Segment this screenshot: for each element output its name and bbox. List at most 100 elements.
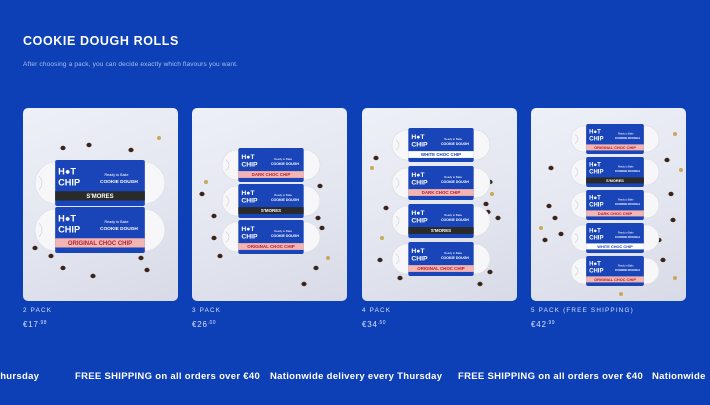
roll-product-text: COOKIE DOUGH <box>271 234 299 238</box>
chocolate-chip <box>128 147 134 153</box>
roll-logo-text: H●T <box>589 130 601 136</box>
price-cents: .50 <box>377 320 386 326</box>
dough-roll: H●TCHIPReady to BakeCOOKIE DOUGHDARK CHO… <box>391 166 491 200</box>
pack-price: €42.99 <box>531 320 686 329</box>
pack-name[interactable]: 4 PACK <box>362 307 517 316</box>
roll-product-text: COOKIE DOUGH <box>271 162 299 166</box>
cookie-dough-section: COOKIE DOUGH ROLLS After choosing a pack… <box>0 0 710 405</box>
chocolate-chip <box>542 237 548 243</box>
roll-logo-text: H●T <box>411 134 425 141</box>
roll-logo-text: CHIP <box>411 180 428 187</box>
chocolate-chip <box>211 235 217 241</box>
roll-product-text: Ready to Bake <box>444 213 462 217</box>
pack-card-5[interactable]: H●T CHIP Ready to Bake COOKIE DOUGH ORIGINAL… <box>531 108 686 329</box>
dough-roll: H●TCHIPReady to BakeCOOKIE DOUGHS'MORES <box>221 184 321 218</box>
ticker-item: FREE SHIPPING on all orders over €40 <box>75 371 261 382</box>
pack-photo[interactable]: H●T CHIP Ready to Bake COOKIE DOUGH S'MORES H… <box>23 108 178 301</box>
ticker-item: ery Thursday <box>0 371 40 382</box>
chocolate-chip <box>313 265 319 271</box>
roll-flavour-label: S'MORES <box>431 228 451 233</box>
chocolate-chip <box>138 255 144 261</box>
pack-name[interactable]: 3 PACK <box>192 307 347 316</box>
roll-flavour-label: WHITE CHOC CHIP <box>597 244 633 249</box>
chocolate-chip <box>670 217 676 223</box>
pack-photo[interactable]: H●T CHIP Ready to Bake COOKIE DOUGH WHITE CH… <box>362 108 517 301</box>
dough-roll: H●TCHIPReady to BakeCOOKIE DOUGHORIGINAL… <box>570 256 660 286</box>
ticker-item: Nationwide delivery every Thursday <box>270 371 443 382</box>
price-main: €17 <box>23 320 39 329</box>
roll-flavour-label: S'MORES <box>86 194 113 200</box>
roll-product-text: COOKIE DOUGH <box>441 218 469 222</box>
pack-name[interactable]: 5 PACK (FREE SHIPPING) <box>531 307 686 316</box>
roll-logo-text: H●T <box>241 190 255 197</box>
chocolate-chip <box>487 269 493 275</box>
roll-logo-text: H●T <box>411 248 425 255</box>
dough-roll: H●TCHIP Ready to BakeCOOKIE DOUGH S'MORES <box>391 204 491 238</box>
roll-product-text: Ready to Bake <box>444 251 462 255</box>
chocolate-chip <box>660 257 666 263</box>
chocolate-chip <box>558 231 564 237</box>
dough-roll: H●TCHIPReady to BakeCOOKIE DOUGHORIGINAL… <box>34 207 166 253</box>
pack-card-4[interactable]: H●T CHIP Ready to Bake COOKIE DOUGH WHITE CH… <box>362 108 517 329</box>
roll-product-text: COOKIE DOUGH <box>271 198 299 202</box>
roll-product-text: Ready to Bake <box>104 220 128 224</box>
roll-logo-text: CHIP <box>411 218 428 225</box>
pack-name[interactable]: 2 PACK <box>23 307 178 316</box>
pack-price: €34.50 <box>362 320 517 329</box>
chocolate-chip <box>373 155 379 161</box>
chocolate-chip <box>317 183 323 189</box>
chocolate-chip <box>211 213 217 219</box>
gold-sprinkle <box>673 276 677 280</box>
chocolate-chip <box>477 281 483 287</box>
chocolate-chip <box>383 205 389 211</box>
roll-product-text: COOKIE DOUGH <box>615 235 640 239</box>
roll-product-text: COOKIE DOUGH <box>100 179 138 185</box>
chocolate-chip <box>668 191 674 197</box>
price-cents: .00 <box>207 320 216 326</box>
roll-flavour-label: ORIGINAL CHOC CHIP <box>594 277 636 282</box>
pack-price: €17.98 <box>23 320 178 329</box>
gold-sprinkle <box>326 256 330 260</box>
dough-roll: H●TCHIPReady to BakeCOOKIE DOUGHDARK CHO… <box>570 190 660 220</box>
pack-card-3[interactable]: H●T CHIP Ready to Bake COOKIE DOUGH DARK CHO… <box>192 108 347 329</box>
roll-flavour-label: S'MORES <box>606 178 624 183</box>
chocolate-chip <box>32 245 38 251</box>
chocolate-chip <box>315 215 321 221</box>
chocolate-chip <box>144 267 150 273</box>
chocolate-chip <box>60 145 66 151</box>
pack-photo[interactable]: H●T CHIP Ready to Bake COOKIE DOUGH ORIGINAL… <box>531 108 686 301</box>
dough-roll: H●TCHIP Ready to BakeCOOKIE DOUGH WHITE CH… <box>391 128 491 162</box>
roll-product-text: COOKIE DOUGH <box>441 142 469 146</box>
roll-product-text: Ready to Bake <box>444 175 462 179</box>
roll-product-text: COOKIE DOUGH <box>615 268 640 272</box>
roll-logo-text: CHIP <box>58 224 80 234</box>
chocolate-chip <box>319 225 325 231</box>
roll-logo-text: CHIP <box>589 137 603 143</box>
gold-sprinkle <box>204 180 208 184</box>
pack-card-2[interactable]: H●T CHIP Ready to Bake COOKIE DOUGH S'MORES H… <box>23 108 178 329</box>
roll-logo-text: CHIP <box>241 234 258 241</box>
gold-sprinkle <box>679 168 683 172</box>
price-cents: .98 <box>38 320 47 326</box>
roll-logo-text: CHIP <box>411 256 428 263</box>
chocolate-chip <box>483 201 489 207</box>
dough-roll: H●TCHIPReady to BakeCOOKIE DOUGHORIGINAL… <box>570 124 660 154</box>
roll-logo-text: H●T <box>589 163 601 169</box>
roll-product-text: Ready to Bake <box>104 173 128 177</box>
announcement-ticker: ery Thursday FREE SHIPPING on all orders… <box>0 367 710 387</box>
roll-logo-text: CHIP <box>589 236 603 242</box>
dough-roll: H●TCHIPReady to BakeCOOKIE DOUGHS'MORES <box>34 160 166 206</box>
section-subtitle: After choosing a pack, you can decide ex… <box>23 61 238 68</box>
roll-logo-text: H●T <box>411 210 425 217</box>
price-main: €26 <box>192 320 208 329</box>
roll-logo-text: CHIP <box>589 203 603 209</box>
roll-flavour-label: ORIGINAL CHOC CHIP <box>594 145 636 150</box>
chocolate-chip <box>397 275 403 281</box>
roll-flavour-label: WHITE CHOC CHIP <box>421 152 461 157</box>
roll-logo-text: CHIP <box>241 198 258 205</box>
roll-logo-text: H●T <box>589 229 601 235</box>
pack-photo[interactable]: H●T CHIP Ready to Bake COOKIE DOUGH DARK CHO… <box>192 108 347 301</box>
roll-product-text: COOKIE DOUGH <box>441 180 469 184</box>
roll-logo-text: CHIP <box>241 162 258 169</box>
roll-logo-text: H●T <box>589 196 601 202</box>
